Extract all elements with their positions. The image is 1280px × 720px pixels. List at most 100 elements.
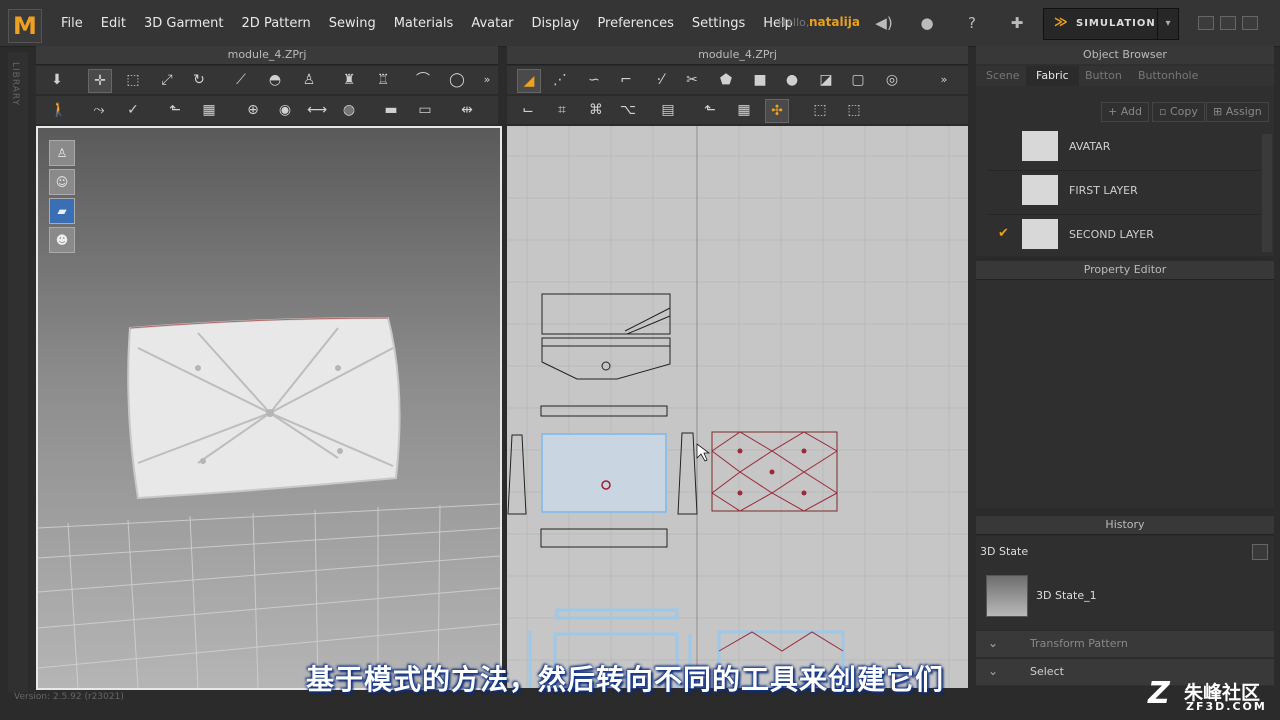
fold-2d-icon[interactable]: ⬑ [699, 99, 721, 121]
simulation-dropdown-icon[interactable]: ▾ [1157, 9, 1178, 39]
avatar-pose-icon[interactable]: 🚶 [48, 99, 70, 121]
fabric-item-avatar[interactable]: AVATAR [988, 128, 1260, 171]
free-sewing-icon[interactable]: ⌗ [551, 99, 573, 121]
history-state-thumbnail[interactable] [986, 575, 1028, 617]
menu-preferences[interactable]: Preferences [588, 16, 682, 31]
close-button[interactable] [1242, 16, 1258, 30]
tape-icon[interactable]: ▬ [380, 99, 402, 121]
assign-fabric-button[interactable]: ⊞ Assign [1206, 102, 1269, 122]
buttonhole-icon[interactable]: ◍ [338, 99, 360, 121]
internal-rectangle-icon[interactable]: ▢ [847, 69, 869, 91]
edit-sewing-icon[interactable]: ⌥ [617, 99, 639, 121]
measure-icon[interactable]: ⌒ [412, 69, 434, 91]
speaker-icon[interactable]: ◀) [874, 13, 894, 33]
watermark-en: ZF3D.COM [1186, 700, 1267, 713]
menu-file[interactable]: File [52, 16, 92, 31]
curve-point-icon[interactable]: ⌐ [615, 69, 637, 91]
symmetric-icon[interactable]: ⬚ [809, 99, 831, 121]
menu-3d-garment[interactable]: 3D Garment [135, 16, 233, 31]
topstitch-icon[interactable]: ▭ [414, 99, 436, 121]
menu-materials[interactable]: Materials [385, 16, 463, 31]
add-label: Add [1120, 105, 1143, 118]
tape-2d-icon[interactable]: ▤ [657, 99, 679, 121]
minimize-button[interactable] [1198, 16, 1214, 30]
grid-select-icon[interactable]: ⬚ [843, 99, 865, 121]
tab-fabric[interactable]: Fabric [1026, 66, 1079, 86]
menu-2d-pattern[interactable]: 2D Pattern [233, 16, 320, 31]
check-sewing-icon[interactable]: ✓ [122, 99, 144, 121]
edit-curve-icon[interactable]: ∽ [583, 69, 605, 91]
3d-viewport[interactable]: ♙ ☺ ▰ ☻ [36, 126, 502, 690]
show-texture-icon[interactable]: ▰ [49, 198, 75, 224]
history-row-transform-pattern[interactable]: ⌄ Transform Pattern [976, 630, 1274, 657]
object-browser-scrollbar[interactable] [1262, 134, 1272, 252]
sewing-icon[interactable]: ⤳ [88, 99, 110, 121]
pin-icon[interactable]: ⟋ [230, 69, 252, 91]
library-strip[interactable]: LIBRARY [8, 52, 28, 692]
add-point-icon[interactable]: ·⁄ [649, 69, 671, 91]
tab-buttonhole[interactable]: Buttonhole [1128, 66, 1208, 86]
fabric-name: AVATAR [1069, 140, 1111, 153]
button-icon[interactable]: ◉ [274, 99, 296, 121]
select-box-icon[interactable]: ⬚ [122, 69, 144, 91]
menu-display[interactable]: Display [523, 16, 589, 31]
more-tools-icon[interactable]: » [480, 69, 494, 91]
3d-toolbar-row-1: ⬇ ✛ ⬚ ⤢ ↻ ⟋ ◓ ♙ ♜ ♖ ⌒ ◯ » [36, 66, 498, 94]
shirt-icon[interactable]: ♙ [298, 69, 320, 91]
polygon-icon[interactable]: ⬟ [715, 69, 737, 91]
simulation-button[interactable]: ≫ SIMULATION ▾ [1043, 8, 1179, 40]
menu-avatar[interactable]: Avatar [462, 16, 522, 31]
transform-icon[interactable]: ⤢ [156, 69, 178, 91]
garment-front-icon[interactable]: ♜ [338, 69, 360, 91]
internal-polygon-icon[interactable]: ◪ [815, 69, 837, 91]
trash-icon[interactable] [1252, 544, 1268, 560]
chevron-down-icon: ⌄ [988, 664, 999, 678]
add-button-icon[interactable]: ⊕ [242, 99, 264, 121]
tab-button[interactable]: Button [1075, 66, 1132, 86]
fabric-item-first-layer[interactable]: FIRST LAYER [988, 172, 1260, 215]
copy-label: Copy [1169, 105, 1198, 118]
show-garment-icon[interactable]: ♙ [49, 140, 75, 166]
align-icon[interactable]: ⇹ [456, 99, 478, 121]
internal-circle-icon[interactable]: ◎ [881, 69, 903, 91]
move-down-icon[interactable]: ⬇ [46, 69, 68, 91]
tab-scene[interactable]: Scene [976, 66, 1030, 86]
transform-pattern-icon[interactable]: ◢ [517, 69, 541, 93]
menu-settings[interactable]: Settings [683, 16, 754, 31]
show-avatar-icon[interactable]: ☺ [49, 169, 75, 195]
copy-fabric-button[interactable]: ▫ Copy [1152, 102, 1205, 122]
fabric-item-second-layer[interactable]: ✔ SECOND LAYER [988, 216, 1260, 259]
more-2d-tools-icon[interactable]: » [937, 69, 951, 91]
texture-2d-icon[interactable]: ▦ [733, 99, 755, 121]
pleat-icon[interactable]: ✣ [765, 99, 789, 123]
maximize-button[interactable] [1220, 16, 1236, 30]
user-name[interactable]: natalija [809, 15, 860, 29]
menu-edit[interactable]: Edit [92, 16, 135, 31]
garment-icon[interactable]: ✚ [1007, 13, 1027, 33]
help-icon[interactable]: ? [962, 13, 982, 33]
garment-back-icon[interactable]: ♖ [372, 69, 394, 91]
history-title: History [976, 516, 1274, 535]
segment-sewing-icon[interactable]: ⌙ [517, 99, 539, 121]
cut-icon[interactable]: ✂ [681, 69, 703, 91]
fold-icon[interactable]: ↻ [188, 69, 210, 91]
multi-sewing-icon[interactable]: ⌘ [585, 99, 607, 121]
2d-pattern-window[interactable] [507, 126, 968, 688]
menu-bar: M File Edit 3D Garment 2D Pattern Sewing… [0, 0, 1280, 47]
circle-icon[interactable]: ● [781, 69, 803, 91]
zipper-icon[interactable]: ⟷ [306, 99, 328, 121]
rectangle-icon[interactable]: ■ [749, 69, 771, 91]
edit-point-icon[interactable]: ⋰ [549, 69, 571, 91]
fold-arrange-icon[interactable]: ⬑ [164, 99, 186, 121]
add-fabric-button[interactable]: + Add [1101, 102, 1150, 122]
history-state-name[interactable]: 3D State_1 [1036, 589, 1097, 602]
avatar-silhouette-icon[interactable]: ☻ [49, 227, 75, 253]
user-icon[interactable]: ● [917, 13, 937, 33]
menu-sewing[interactable]: Sewing [320, 16, 385, 31]
video-subtitle: 基于模式的方法，然后转向不同的工具来创建它们 [306, 663, 945, 696]
select-move-icon[interactable]: ✛ [88, 69, 112, 93]
lasso-icon[interactable]: ◯ [446, 69, 468, 91]
tack-icon[interactable]: ◓ [264, 69, 286, 91]
texture-icon[interactable]: ▦ [198, 99, 220, 121]
checkmark-icon: ✔ [998, 226, 1009, 241]
